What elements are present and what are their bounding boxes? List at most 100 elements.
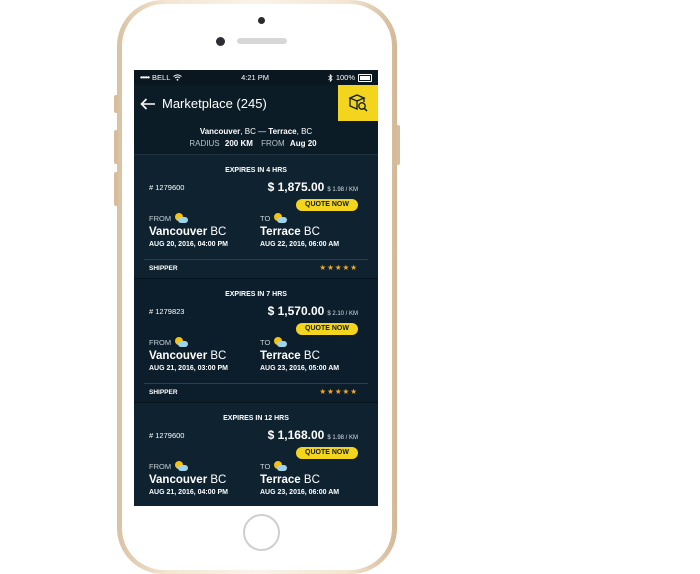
volume-up-button: [114, 130, 118, 164]
expiry-label: EXPIRES IN 4 HRS: [225, 167, 287, 174]
route-origin: Vancouver: [199, 127, 241, 136]
pickup-info: FROM Vancouver BC AUG 21, 2016, 03:00 PM: [149, 337, 259, 372]
shipment-list: EXPIRES IN 4 HRS # 1279600 $ 1,875.00 $ 1…: [134, 155, 378, 506]
shipment-id: # 1279823: [149, 307, 185, 316]
route-summary[interactable]: Vancouver, BC — Terrace, BC RADIUS 200 K…: [134, 121, 378, 155]
app-screen: ••••• BELL 4:21 PM 100% Marketplace (245…: [134, 70, 378, 506]
delivery-city: Terrace BC: [260, 350, 370, 362]
earpiece-speaker: [237, 38, 287, 44]
expiry-label: EXPIRES IN 7 HRS: [225, 291, 287, 298]
price: $ 1,875.00 $ 1.98 / KM: [268, 180, 358, 194]
delivery-info: TO Terrace BC AUG 23, 2016, 05:00 AM: [260, 337, 370, 372]
price-per-km: $ 1.98 / KM: [327, 187, 358, 193]
radius-label: RADIUS: [189, 139, 220, 148]
clock: 4:21 PM: [241, 73, 270, 82]
delivery-city-name: Terrace: [260, 226, 301, 238]
delivery-city: Terrace BC: [260, 474, 370, 486]
shipper-label: SHIPPER: [149, 265, 178, 272]
shipment-id: # 1279600: [149, 431, 185, 440]
delivery-info: TO Terrace BC AUG 22, 2016, 06:00 AM: [260, 213, 370, 248]
delivery-province: BC: [300, 474, 320, 486]
price: $ 1,168.00 $ 1.98 / KM: [268, 428, 358, 442]
route-destination: Terrace: [268, 127, 297, 136]
price-total: $ 1,875.00: [267, 180, 325, 194]
pickup-info: FROM Vancouver BC AUG 20, 2016, 04:00 PM: [149, 213, 259, 248]
signal-icon: •••••: [140, 73, 150, 82]
pickup-datetime: AUG 21, 2016, 03:00 PM: [149, 365, 228, 372]
battery-icon: [358, 73, 372, 82]
box-search-icon: [348, 94, 368, 112]
pickup-city-name: Vancouver: [149, 350, 208, 362]
partly-cloudy-icon: [174, 213, 189, 224]
route-filters: RADIUS 200 KM FROM Aug 20: [134, 139, 378, 148]
radius-value: 200 KM: [224, 139, 253, 148]
bluetooth-icon: [328, 73, 333, 82]
route-title: Vancouver, BC — Terrace, BC: [134, 127, 378, 136]
divider: [144, 383, 368, 384]
from-label: FROM: [149, 338, 172, 347]
delivery-info: TO Terrace BC AUG 23, 2016, 06:00 AM: [260, 461, 370, 496]
pickup-province: BC: [207, 350, 227, 362]
route-separator: —: [255, 127, 269, 136]
expiry-label: EXPIRES IN 12 HRS: [223, 415, 289, 422]
arrow-left-icon: [140, 98, 155, 110]
from-date-value: Aug 20: [289, 139, 317, 148]
to-label: TO: [260, 462, 271, 471]
price: $ 1,570.00 $ 2.10 / KM: [268, 304, 358, 318]
pickup-city-name: Vancouver: [149, 226, 208, 238]
battery-percent: 100%: [335, 73, 355, 82]
wifi-icon: [173, 74, 183, 81]
pickup-province: BC: [207, 226, 227, 238]
delivery-province: BC: [300, 226, 320, 238]
back-button[interactable]: [134, 85, 162, 121]
navigation-bar: Marketplace (245): [134, 85, 378, 121]
divider: [144, 259, 368, 260]
quote-now-button[interactable]: QUOTE NOW: [296, 323, 358, 335]
delivery-city-name: Terrace: [260, 350, 301, 362]
partly-cloudy-icon: [273, 213, 288, 224]
pickup-province: BC: [207, 474, 227, 486]
camera-icon: [258, 17, 265, 24]
delivery-city-name: Terrace: [260, 474, 301, 486]
delivery-province: BC: [300, 350, 320, 362]
partly-cloudy-icon: [174, 461, 189, 472]
shipper-rating-stars: ★★★★★: [319, 263, 358, 272]
from-label: FROM: [149, 214, 172, 223]
price-per-km: $ 2.10 / KM: [327, 311, 358, 317]
from-date-label: FROM: [261, 139, 285, 148]
mute-switch: [114, 95, 118, 113]
delivery-datetime: AUG 22, 2016, 06:00 AM: [260, 241, 340, 248]
pickup-city: Vancouver BC: [149, 226, 259, 238]
home-button[interactable]: [243, 514, 280, 551]
pickup-city: Vancouver BC: [149, 350, 259, 362]
pickup-datetime: AUG 21, 2016, 04:00 PM: [149, 489, 228, 496]
power-button: [396, 125, 400, 165]
from-label: FROM: [149, 462, 172, 471]
quote-now-button[interactable]: QUOTE NOW: [296, 199, 358, 211]
partly-cloudy-icon: [273, 337, 288, 348]
delivery-datetime: AUG 23, 2016, 05:00 AM: [260, 365, 340, 372]
to-label: TO: [260, 338, 271, 347]
shipment-card[interactable]: EXPIRES IN 7 HRS # 1279823 $ 1,570.00 $ 2…: [134, 279, 378, 403]
delivery-city: Terrace BC: [260, 226, 370, 238]
volume-down-button: [114, 172, 118, 206]
shipper-rating-stars: ★★★★★: [319, 387, 358, 396]
carrier-label: BELL: [152, 73, 171, 82]
shipment-id: # 1279600: [149, 183, 185, 192]
pickup-info: FROM Vancouver BC AUG 21, 2016, 04:00 PM: [149, 461, 259, 496]
partly-cloudy-icon: [174, 337, 189, 348]
shipment-card[interactable]: EXPIRES IN 12 HRS # 1279600 $ 1,168.00 $ …: [134, 403, 378, 506]
pickup-city-name: Vancouver: [149, 474, 208, 486]
shipment-card[interactable]: EXPIRES IN 4 HRS # 1279600 $ 1,875.00 $ 1…: [134, 155, 378, 279]
page-title: Marketplace (245): [162, 95, 267, 111]
pickup-city: Vancouver BC: [149, 474, 259, 486]
front-camera-icon: [216, 37, 225, 46]
quote-now-button[interactable]: QUOTE NOW: [296, 447, 358, 459]
route-origin-province: , BC: [240, 127, 256, 136]
price-total: $ 1,168.00: [267, 428, 325, 442]
partly-cloudy-icon: [273, 461, 288, 472]
box-search-button[interactable]: [338, 85, 378, 121]
pickup-datetime: AUG 20, 2016, 04:00 PM: [149, 241, 228, 248]
delivery-datetime: AUG 23, 2016, 06:00 AM: [260, 489, 340, 496]
price-per-km: $ 1.98 / KM: [327, 435, 358, 441]
